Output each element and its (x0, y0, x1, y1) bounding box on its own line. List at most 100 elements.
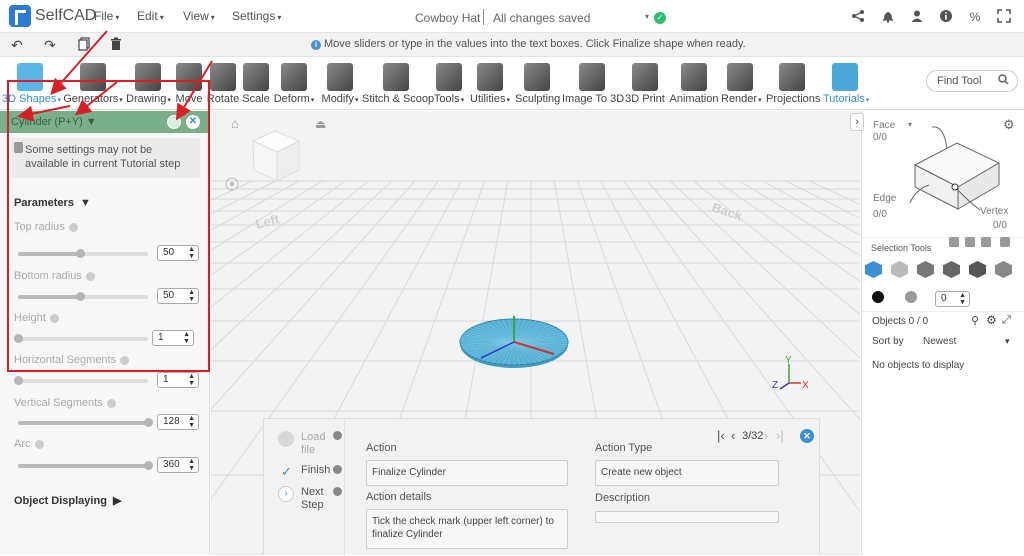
stepper-icon[interactable]: ▲ ▼ (188, 289, 195, 303)
menu-file[interactable]: File (94, 9, 119, 23)
object-displaying-toggle[interactable]: Object Displaying ▶ (14, 494, 122, 507)
menu-view[interactable]: View (183, 9, 215, 23)
face-select-icon[interactable] (943, 261, 960, 278)
redo-icon[interactable]: ↷ (44, 37, 56, 54)
stepper-icon[interactable]: ▲ ▼ (183, 331, 190, 345)
param-slider[interactable] (14, 334, 148, 343)
search-icon[interactable]: ⚲ (971, 314, 979, 327)
tool-scale[interactable]: Scale (242, 58, 270, 110)
save-status-chevron-icon[interactable]: ▾ (645, 12, 649, 21)
help-icon[interactable] (85, 271, 95, 281)
info-icon[interactable] (938, 9, 954, 25)
param-slider[interactable] (18, 461, 153, 470)
cylinder-disc[interactable] (459, 316, 569, 368)
parameters-title[interactable]: Parameters ▼ (14, 197, 91, 209)
tool-projections[interactable]: Projections (766, 58, 821, 110)
color-swatch[interactable] (872, 291, 884, 303)
tool-tutorials[interactable]: Tutorials (823, 58, 867, 110)
gear-icon[interactable]: ⚙ (986, 313, 997, 327)
tool-sculpting[interactable]: Sculpting (515, 58, 560, 110)
tool-deform[interactable]: Deform (272, 58, 316, 110)
menu-edit[interactable]: Edit (137, 9, 164, 23)
camera-icon[interactable]: ⏏ (315, 117, 326, 131)
slider-handle[interactable] (14, 334, 23, 343)
slider-handle[interactable] (144, 461, 153, 470)
trash-icon[interactable] (110, 37, 122, 54)
param-value-input[interactable]: 50 ▲ ▼ (157, 245, 199, 261)
bell-icon[interactable] (880, 9, 896, 25)
slider-handle[interactable] (144, 418, 153, 427)
tool-tools[interactable]: Tools (432, 58, 466, 110)
param-slider[interactable] (18, 418, 153, 427)
chevron-down-icon[interactable]: ▾ (1005, 336, 1010, 347)
user-icon[interactable] (909, 9, 925, 25)
stepper-icon[interactable]: ▲ ▼ (188, 373, 195, 387)
first-page-icon[interactable]: |‹ (717, 428, 725, 443)
help-icon[interactable] (34, 439, 44, 449)
param-value-input[interactable]: 360 ▲ ▼ (157, 457, 199, 473)
copy-icon[interactable] (78, 37, 90, 54)
plane-select-icon[interactable] (995, 261, 1012, 278)
param-value-input[interactable]: 128 ▲ ▼ (157, 414, 199, 430)
paint-select-icon[interactable] (949, 237, 959, 247)
slider-handle[interactable] (14, 376, 23, 385)
tool-utilities[interactable]: Utilities (469, 58, 511, 110)
color-value-input[interactable]: 0 ▲ ▼ (935, 291, 970, 307)
tool-stitch-scoop[interactable]: Stitch & Scoop (362, 58, 434, 110)
prev-page-icon[interactable]: ‹ (731, 428, 735, 443)
box-select-icon[interactable] (981, 237, 991, 247)
next-step-info-icon[interactable] (333, 487, 342, 496)
sort-select[interactable]: Newest (923, 336, 956, 347)
cube-select-icon[interactable] (865, 261, 882, 278)
tool-rotate[interactable]: Rotate (206, 58, 240, 110)
share-icon[interactable] (850, 9, 866, 25)
stepper-icon[interactable]: ▲ ▼ (188, 246, 195, 260)
finish-info-icon[interactable] (333, 465, 342, 474)
tool-image-to-3d[interactable]: Image To 3D (562, 58, 624, 110)
param-value-input[interactable]: 50 ▲ ▼ (157, 288, 199, 304)
document-title[interactable]: Cowboy Hat (415, 11, 480, 25)
collapse-chevron-icon[interactable]: › (850, 113, 864, 131)
find-tool-input[interactable]: Find Tool (926, 70, 1018, 92)
step-load-file[interactable]: Load file (301, 431, 331, 457)
view-cube[interactable] (251, 130, 301, 182)
help-icon[interactable] (49, 313, 59, 323)
tool-animation[interactable]: Animation (668, 58, 720, 110)
param-slider[interactable] (18, 249, 148, 258)
tool-label: Projections (766, 93, 821, 105)
solid-select-icon[interactable] (969, 261, 986, 278)
home-icon[interactable]: ⌂ (231, 116, 239, 131)
param-value-input[interactable]: 1 ▲ ▼ (152, 330, 194, 346)
help-icon[interactable] (68, 222, 78, 232)
next-step-chevron-icon[interactable]: › (278, 486, 294, 502)
param-value-input[interactable]: 1 ▲ ▼ (157, 372, 199, 388)
load-file-info-icon[interactable] (333, 431, 342, 440)
help-icon[interactable] (106, 398, 116, 408)
expand-icon[interactable]: ⤢ (1002, 314, 1011, 327)
face-count: 0/0 (873, 132, 887, 143)
app-logo[interactable]: SelfCAD (9, 5, 96, 27)
lasso-select-icon[interactable] (965, 237, 975, 247)
close-tutorial-icon[interactable]: ✕ (800, 429, 814, 443)
stepper-icon[interactable]: ▲ ▼ (188, 415, 195, 429)
help-icon[interactable] (120, 355, 130, 365)
next-page-icon[interactable]: › (764, 428, 768, 443)
units-icon[interactable]: % (967, 9, 983, 25)
menu-settings[interactable]: Settings (232, 9, 281, 23)
stepper-icon[interactable]: ▲ ▼ (188, 458, 195, 472)
tool-modify[interactable]: Modify (320, 58, 360, 110)
param-slider[interactable] (18, 292, 148, 301)
tool-render[interactable]: Render (721, 58, 759, 110)
last-page-icon[interactable]: ›| (776, 428, 784, 443)
param-slider[interactable] (14, 376, 148, 385)
select-all-icon[interactable] (1000, 237, 1010, 247)
load-file-icon[interactable] (278, 431, 294, 447)
step-finish[interactable]: Finish (301, 464, 330, 476)
tool-3d-print[interactable]: 3D Print (625, 58, 665, 110)
texture-icon[interactable] (905, 291, 917, 303)
voxel-select-icon[interactable] (917, 261, 934, 278)
step-next[interactable]: Next Step (301, 486, 331, 512)
undo-icon[interactable]: ↶ (11, 37, 23, 54)
fullscreen-icon[interactable] (996, 9, 1012, 25)
grid-select-icon[interactable] (891, 261, 908, 278)
